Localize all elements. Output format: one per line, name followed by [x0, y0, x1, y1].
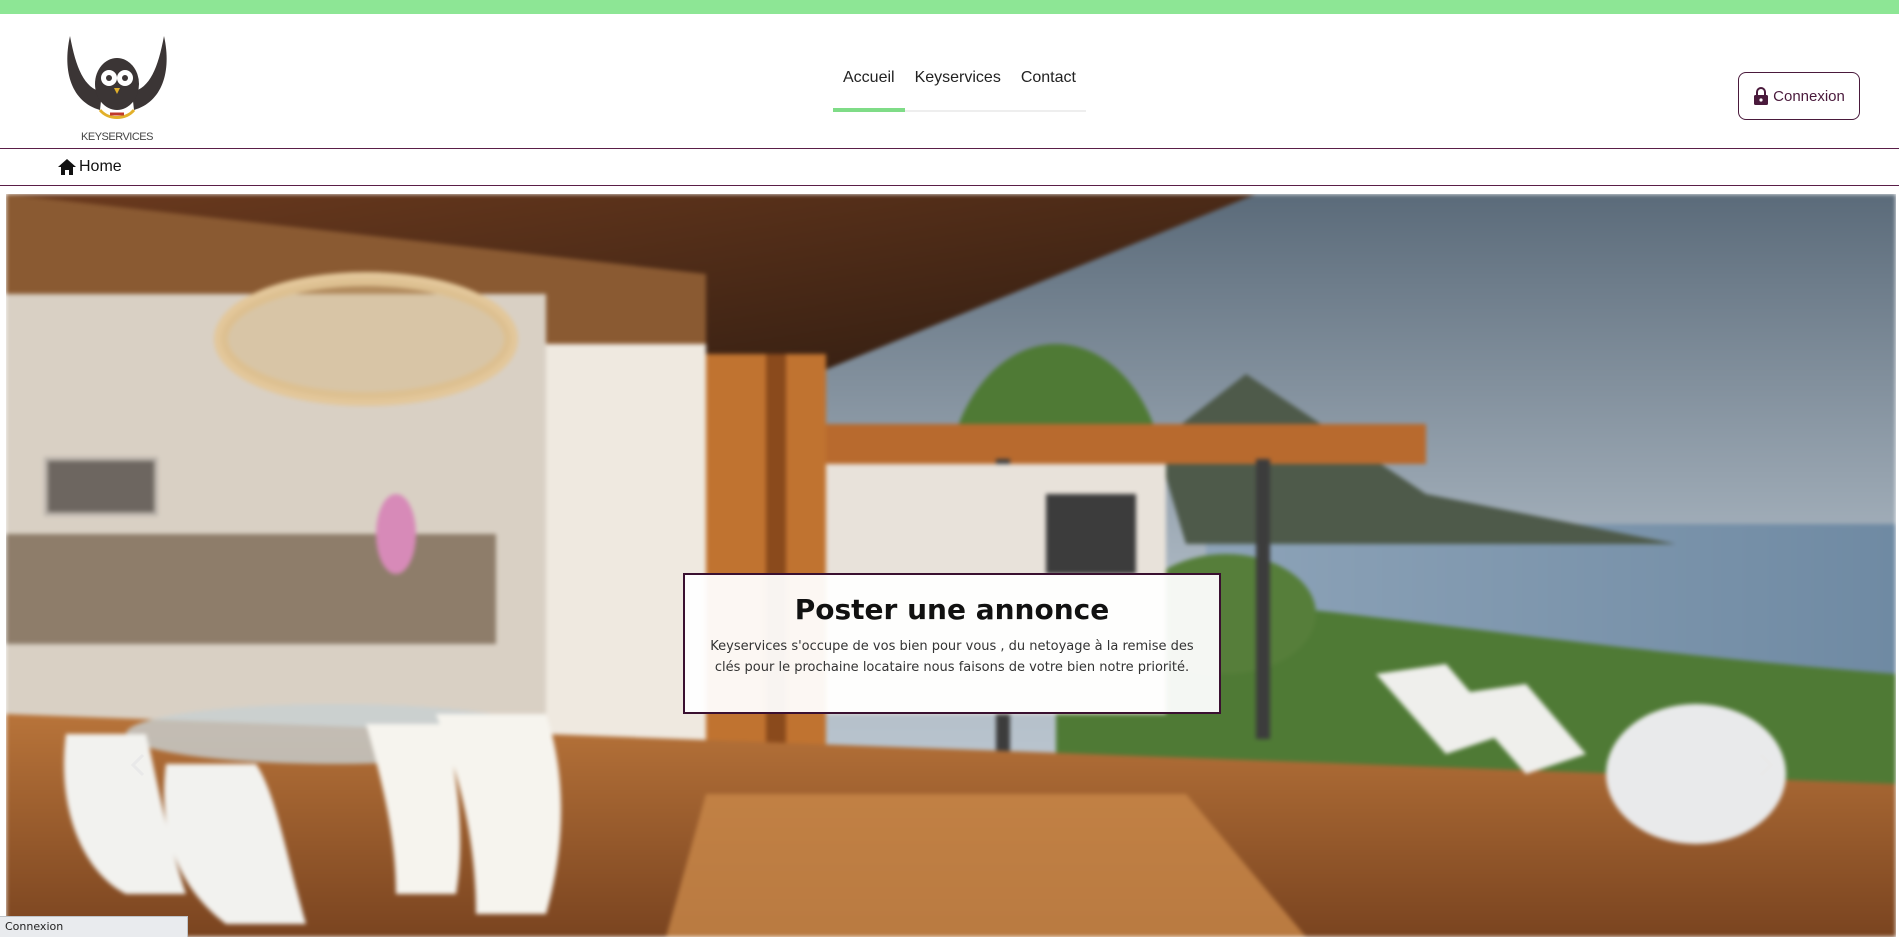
- carousel-prev-button[interactable]: [124, 750, 154, 780]
- top-accent-strip: [0, 0, 1899, 14]
- browser-status-bar: Connexion: [0, 916, 188, 937]
- login-button-label: Connexion: [1773, 87, 1845, 105]
- breadcrumb-home[interactable]: Home: [57, 158, 122, 176]
- logo-text: KEYSERVICES: [81, 131, 153, 143]
- lock-icon: [1754, 87, 1769, 105]
- caption-text: Keyservices s'occupe de vos bien pour vo…: [710, 639, 1194, 675]
- carousel-next-button[interactable]: [1750, 750, 1780, 780]
- home-icon: [58, 159, 76, 175]
- hero-slide-image: [6, 194, 1896, 937]
- login-button[interactable]: Connexion: [1738, 72, 1860, 120]
- nav-item-contact[interactable]: Contact: [1011, 66, 1086, 110]
- main-nav: Accueil Keyservices Contact: [833, 66, 1086, 112]
- nav-item-accueil[interactable]: Accueil: [833, 66, 905, 112]
- nav-item-keyservices[interactable]: Keyservices: [905, 66, 1011, 110]
- site-header: KEYSERVICES Accueil Keyservices Contact …: [0, 14, 1899, 149]
- breadcrumb-bar: Home: [0, 150, 1899, 186]
- site-logo[interactable]: KEYSERVICES: [62, 32, 172, 144]
- breadcrumb-home-label: Home: [79, 158, 122, 175]
- owl-logo-icon: [67, 36, 167, 119]
- carousel-caption: Poster une annonce Keyservices s'occupe …: [683, 573, 1221, 714]
- caption-title: Poster une annonce: [794, 593, 1110, 626]
- hero-carousel: [6, 194, 1896, 937]
- chevron-left-icon: [130, 753, 145, 777]
- chevron-right-icon: [1759, 753, 1774, 777]
